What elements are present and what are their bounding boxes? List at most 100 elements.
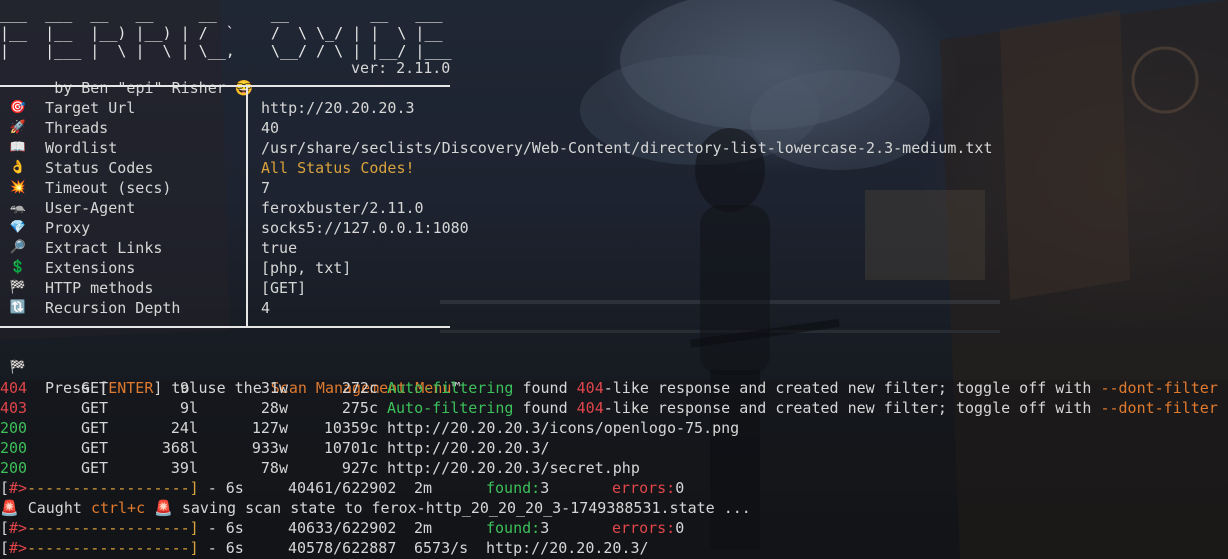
siren-icon: 🚨 bbox=[154, 499, 173, 517]
save-state-text: saving scan state to ferox-http_20_20_20… bbox=[172, 499, 751, 517]
progress-bar: [#>------------------] - 6s bbox=[0, 478, 244, 498]
request-count: 40633/622902 bbox=[288, 519, 397, 537]
word-count: 78w bbox=[260, 459, 288, 477]
config-value: 40 bbox=[261, 119, 280, 137]
eta-or-rate: 2m bbox=[414, 479, 433, 497]
filter-text: -like response and created new filter; t… bbox=[603, 379, 1101, 397]
bar-remaining: ------------------] bbox=[27, 479, 199, 497]
char-count: 10701c bbox=[323, 439, 378, 457]
config-value: 4 bbox=[261, 299, 271, 317]
config-key: HTTP methods bbox=[45, 279, 154, 297]
config-row: 🔎 Extract Links true bbox=[0, 238, 1228, 258]
request-count: 40578/622887 bbox=[288, 539, 397, 557]
bar-bracket: [ bbox=[0, 479, 10, 497]
magnifier-icon: 🔎 bbox=[9, 240, 27, 255]
progress-bar-row: [#>------------------] - 6s 40578/622887 6… bbox=[0, 538, 1228, 558]
config-row: 💥 Timeout (secs) 7 bbox=[0, 178, 1228, 198]
line-count: 39l bbox=[170, 459, 198, 477]
char-count: 10359c bbox=[323, 419, 378, 437]
banner-author: by Ben "epi" Risher 🤓 bbox=[0, 58, 253, 97]
result-url[interactable]: http://20.20.20.3/ bbox=[387, 439, 550, 457]
result-row: 403 GET 9l 28w 275c Auto-filtering found 404-… bbox=[0, 398, 1228, 418]
status-code: 404 bbox=[0, 379, 28, 397]
config-value: [GET] bbox=[261, 279, 307, 297]
bar-fill: #> bbox=[9, 479, 28, 497]
config-row: 🔃 Recursion Depth 4 bbox=[0, 298, 1228, 318]
ctrl-c-combo: ctrl+c bbox=[90, 499, 146, 517]
config-row: 💲 Extensions [php, txt] bbox=[0, 258, 1228, 278]
request-count: 40461/622902 bbox=[288, 479, 397, 497]
errors-value: 0 bbox=[675, 479, 685, 497]
found-label: found: bbox=[486, 519, 541, 537]
error-counter: errors:0 bbox=[612, 518, 684, 538]
word-count: 933w bbox=[251, 439, 288, 457]
config-key: Extract Links bbox=[45, 239, 163, 257]
banner-ascii-line1: ___ ___ __ __ __ __ __ ___ bbox=[0, 5, 443, 23]
char-count: 272c bbox=[341, 379, 378, 397]
result-row: 200 GET 39l 78w 927c http://20.20.20.3/secret… bbox=[0, 458, 1228, 478]
result-url[interactable]: http://20.20.20.3/icons/openlogo-75.png bbox=[387, 419, 739, 437]
divider-top bbox=[0, 85, 450, 87]
config-value: /usr/share/seclists/Discovery/Web-Conten… bbox=[261, 139, 993, 157]
line-count: 368l bbox=[161, 439, 198, 457]
config-row: 🦡 User-Agent feroxbuster/2.11.0 bbox=[0, 198, 1228, 218]
errors-label: errors: bbox=[612, 519, 676, 537]
bar-fill: #> bbox=[9, 539, 28, 557]
checkered-flag-icon: 🏁 bbox=[9, 280, 27, 295]
ctrl-c-message: 🚨 Caught ctrl+c 🚨 saving scan state to f… bbox=[0, 498, 1228, 518]
bar-bracket: [ bbox=[0, 539, 10, 557]
line-count: 24l bbox=[170, 419, 198, 437]
config-row: 👌 Status Codes All Status Codes! bbox=[0, 158, 1228, 178]
progress-bar-row: [#>------------------] - 6s 40461/622902 2… bbox=[0, 478, 1228, 498]
banner-ascii-line2: |__ |__ |__) |__) | / ` / \ \_/ | | \ |_… bbox=[0, 24, 443, 42]
config-key: Target Url bbox=[45, 99, 136, 117]
errors-value: 0 bbox=[675, 519, 685, 537]
config-key: Status Codes bbox=[45, 159, 154, 177]
config-value: true bbox=[261, 239, 298, 257]
auto-filtering-tag: Auto-filtering bbox=[387, 399, 514, 417]
elapsed-time: - 6s bbox=[198, 539, 244, 557]
filter-text: found bbox=[513, 399, 577, 417]
progress-bar: [#>------------------] - 6s bbox=[0, 538, 244, 558]
rocket-icon: 🚀 bbox=[9, 120, 27, 135]
status-code: 200 bbox=[0, 459, 28, 477]
config-row: 🚀 Threads 40 bbox=[0, 118, 1228, 138]
bar-bracket: [ bbox=[0, 519, 10, 537]
scan-menu-hint: 🏁 Press [ENTER] to use the Scan Manageme… bbox=[0, 338, 1228, 397]
checkered-flag-icon: 🏁 bbox=[9, 360, 27, 375]
version-label: ver: 2.11.0 bbox=[351, 59, 451, 77]
result-url[interactable]: http://20.20.20.3/secret.php bbox=[387, 459, 640, 477]
elapsed-time: - 6s bbox=[198, 479, 244, 497]
result-row: 404 GET 9l 31w 272c Auto-filtering found 404-… bbox=[0, 378, 1228, 398]
http-method: GET bbox=[81, 459, 109, 477]
found-value: 3 bbox=[540, 479, 550, 497]
badger-icon: 🦡 bbox=[9, 200, 27, 215]
config-value: All Status Codes! bbox=[261, 159, 415, 177]
line-count: 9l bbox=[179, 379, 198, 397]
result-detail: http://20.20.20.3/ bbox=[387, 438, 550, 458]
config-value: feroxbuster/2.11.0 bbox=[261, 199, 424, 217]
errors-label: errors: bbox=[612, 479, 676, 497]
eta-or-rate: 2m bbox=[414, 519, 433, 537]
config-key: Proxy bbox=[45, 219, 91, 237]
config-key: Threads bbox=[45, 119, 109, 137]
found-counter: found:3 bbox=[486, 478, 549, 498]
result-detail: Auto-filtering found 404-like response a… bbox=[387, 398, 1218, 418]
collision-icon: 💥 bbox=[9, 180, 27, 195]
config-key: Wordlist bbox=[45, 139, 118, 157]
eta-or-rate: 6573/s bbox=[414, 539, 469, 557]
filter-text: found bbox=[513, 379, 577, 397]
char-count: 275c bbox=[341, 399, 378, 417]
terminal-window[interactable]: ___ ___ __ __ __ __ __ ___ |__ |__ |__) … bbox=[0, 0, 1228, 559]
config-row: 🏁 HTTP methods [GET] bbox=[0, 278, 1228, 298]
http-method: GET bbox=[81, 399, 109, 417]
elapsed-time: - 6s bbox=[198, 519, 244, 537]
config-row: 💎 Proxy socks5://127.0.0.1:1080 bbox=[0, 218, 1228, 238]
status-code: 200 bbox=[0, 419, 28, 437]
status-code: 403 bbox=[0, 399, 28, 417]
result-detail: http://20.20.20.3/secret.php bbox=[387, 458, 640, 478]
result-detail: Auto-filtering found 404-like response a… bbox=[387, 378, 1218, 398]
bar-remaining: ------------------] bbox=[27, 539, 199, 557]
config-value: http://20.20.20.3 bbox=[261, 99, 415, 117]
target-icon: 🎯 bbox=[9, 100, 27, 115]
